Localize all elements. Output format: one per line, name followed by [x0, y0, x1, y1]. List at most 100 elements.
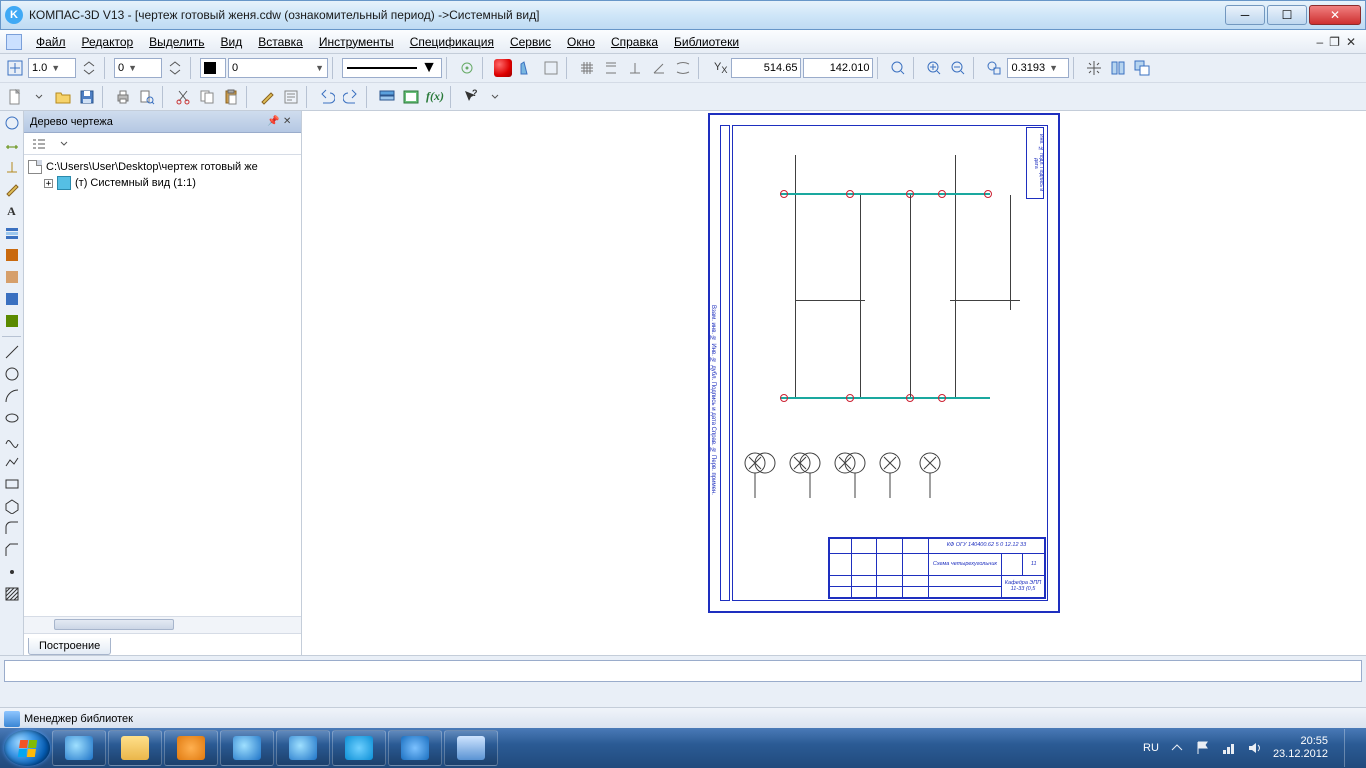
- task-explorer[interactable]: [108, 730, 162, 766]
- copy-icon[interactable]: [196, 86, 218, 108]
- layer-combo[interactable]: 0▼: [114, 58, 162, 78]
- menu-service[interactable]: Сервис: [502, 33, 559, 51]
- open-icon[interactable]: [52, 86, 74, 108]
- geometry-icon[interactable]: [540, 57, 562, 79]
- window-maximize-button[interactable]: ☐: [1267, 5, 1307, 25]
- layer-stepper[interactable]: [164, 57, 186, 79]
- cursor-y-field[interactable]: [803, 58, 873, 78]
- zoom-scale-combo[interactable]: 0.3193▼: [1007, 58, 1069, 78]
- style-number-combo[interactable]: 0▼: [228, 58, 328, 78]
- tree-close-icon[interactable]: ✕: [283, 116, 295, 128]
- table-tool-icon[interactable]: [2, 223, 22, 243]
- window-close-button[interactable]: ✕: [1309, 5, 1361, 25]
- color-swatch[interactable]: [200, 58, 226, 78]
- pan-icon[interactable]: [1083, 57, 1105, 79]
- tree-horizontal-scrollbar[interactable]: [24, 616, 301, 633]
- t2-icon[interactable]: [2, 245, 22, 265]
- task-ie3[interactable]: [276, 730, 330, 766]
- menu-editor[interactable]: Редактор: [74, 33, 142, 51]
- layers-manager-icon[interactable]: [376, 86, 398, 108]
- symbols-tool-icon[interactable]: [2, 157, 22, 177]
- t4-icon[interactable]: [2, 289, 22, 309]
- window-list-icon[interactable]: [1131, 57, 1153, 79]
- tray-clock[interactable]: 20:55 23.12.2012: [1273, 735, 1328, 761]
- geometry-tool-icon[interactable]: [2, 113, 22, 133]
- menu-tools[interactable]: Инструменты: [311, 33, 402, 51]
- task-wmp[interactable]: [164, 730, 218, 766]
- help-pointer-icon[interactable]: ?: [460, 86, 482, 108]
- undo-icon[interactable]: [316, 86, 338, 108]
- fillet-cmd-icon[interactable]: [2, 518, 22, 538]
- shape-snap-icon[interactable]: [516, 57, 538, 79]
- show-desktop-button[interactable]: [1344, 729, 1356, 767]
- zoom-fit-icon[interactable]: [887, 57, 909, 79]
- round-toggle-icon[interactable]: [672, 57, 694, 79]
- tree-panel-header[interactable]: Дерево чертежа 📌 ✕: [24, 111, 301, 133]
- chamfer-cmd-icon[interactable]: [2, 540, 22, 560]
- tree-tab-build[interactable]: Построение: [28, 638, 111, 655]
- task-word[interactable]: [444, 730, 498, 766]
- arc-cmd-icon[interactable]: [2, 386, 22, 406]
- help-dropdown-icon[interactable]: [484, 86, 506, 108]
- perp-icon[interactable]: [624, 57, 646, 79]
- print-preview-icon[interactable]: [136, 86, 158, 108]
- tree-view-mode-icon[interactable]: [28, 133, 50, 155]
- task-ie1[interactable]: [52, 730, 106, 766]
- angle-icon[interactable]: [648, 57, 670, 79]
- snap-icon[interactable]: [456, 57, 478, 79]
- tray-network-icon[interactable]: [1221, 740, 1237, 756]
- tree-view-dropdown-icon[interactable]: [53, 133, 75, 155]
- cut-icon[interactable]: [172, 86, 194, 108]
- views-manager-icon[interactable]: [400, 86, 422, 108]
- ortho-icon[interactable]: [600, 57, 622, 79]
- spline-cmd-icon[interactable]: [2, 430, 22, 450]
- tray-flag-icon[interactable]: [1195, 740, 1211, 756]
- edit-tool-icon[interactable]: [2, 179, 22, 199]
- tree-root-row[interactable]: C:\Users\User\Desktop\чертеж готовый же: [28, 159, 297, 175]
- expand-icon[interactable]: +: [44, 179, 53, 188]
- menu-view[interactable]: Вид: [213, 33, 251, 51]
- task-kompas[interactable]: [388, 730, 442, 766]
- current-state-icon[interactable]: [4, 57, 26, 79]
- doc-minimize-button[interactable]: –: [1316, 36, 1323, 48]
- zoom-in-icon[interactable]: [923, 57, 945, 79]
- tree-view-row[interactable]: + (т) Системный вид (1:1): [28, 175, 297, 191]
- line-style-combo[interactable]: ▼: [342, 58, 442, 78]
- line-weight-stepper[interactable]: [78, 57, 100, 79]
- window-minimize-button[interactable]: ─: [1225, 5, 1265, 25]
- drawing-canvas[interactable]: Инв. № подл. Подпись и дата Взам. инв. №…: [302, 111, 1366, 655]
- task-ie2[interactable]: [220, 730, 274, 766]
- redo-icon[interactable]: [340, 86, 362, 108]
- cursor-x-field[interactable]: [731, 58, 801, 78]
- menu-insert[interactable]: Вставка: [250, 33, 311, 51]
- line-weight-combo[interactable]: 1.0▼: [28, 58, 76, 78]
- t5-icon[interactable]: [2, 311, 22, 331]
- doc-close-button[interactable]: ✕: [1346, 36, 1356, 48]
- line-cmd-icon[interactable]: [2, 342, 22, 362]
- command-input[interactable]: [4, 660, 1362, 682]
- magnet-icon[interactable]: [492, 57, 514, 79]
- menu-libraries[interactable]: Библиотеки: [666, 33, 747, 51]
- point-cmd-icon[interactable]: [2, 562, 22, 582]
- grid-icon[interactable]: [576, 57, 598, 79]
- library-manager-tab[interactable]: Менеджер библиотек: [24, 713, 133, 725]
- new-doc-dropdown-icon[interactable]: [28, 86, 50, 108]
- menu-file[interactable]: Файл: [28, 33, 74, 51]
- print-icon[interactable]: [112, 86, 134, 108]
- polyline-cmd-icon[interactable]: [2, 452, 22, 472]
- save-icon[interactable]: [76, 86, 98, 108]
- zoom-out-icon[interactable]: [947, 57, 969, 79]
- zoom-window-icon[interactable]: [983, 57, 1005, 79]
- circle-cmd-icon[interactable]: [2, 364, 22, 384]
- task-skype[interactable]: [332, 730, 386, 766]
- hatch-cmd-icon[interactable]: [2, 584, 22, 604]
- menu-help[interactable]: Справка: [603, 33, 666, 51]
- copy-props-icon[interactable]: [256, 86, 278, 108]
- pin-icon[interactable]: 📌: [267, 116, 279, 128]
- dimension-tool-icon[interactable]: [2, 135, 22, 155]
- doc-restore-button[interactable]: ❐: [1329, 36, 1340, 48]
- t3-icon[interactable]: [2, 267, 22, 287]
- new-doc-icon[interactable]: [4, 86, 26, 108]
- system-menu-icon[interactable]: [6, 34, 22, 50]
- rect-cmd-icon[interactable]: [2, 474, 22, 494]
